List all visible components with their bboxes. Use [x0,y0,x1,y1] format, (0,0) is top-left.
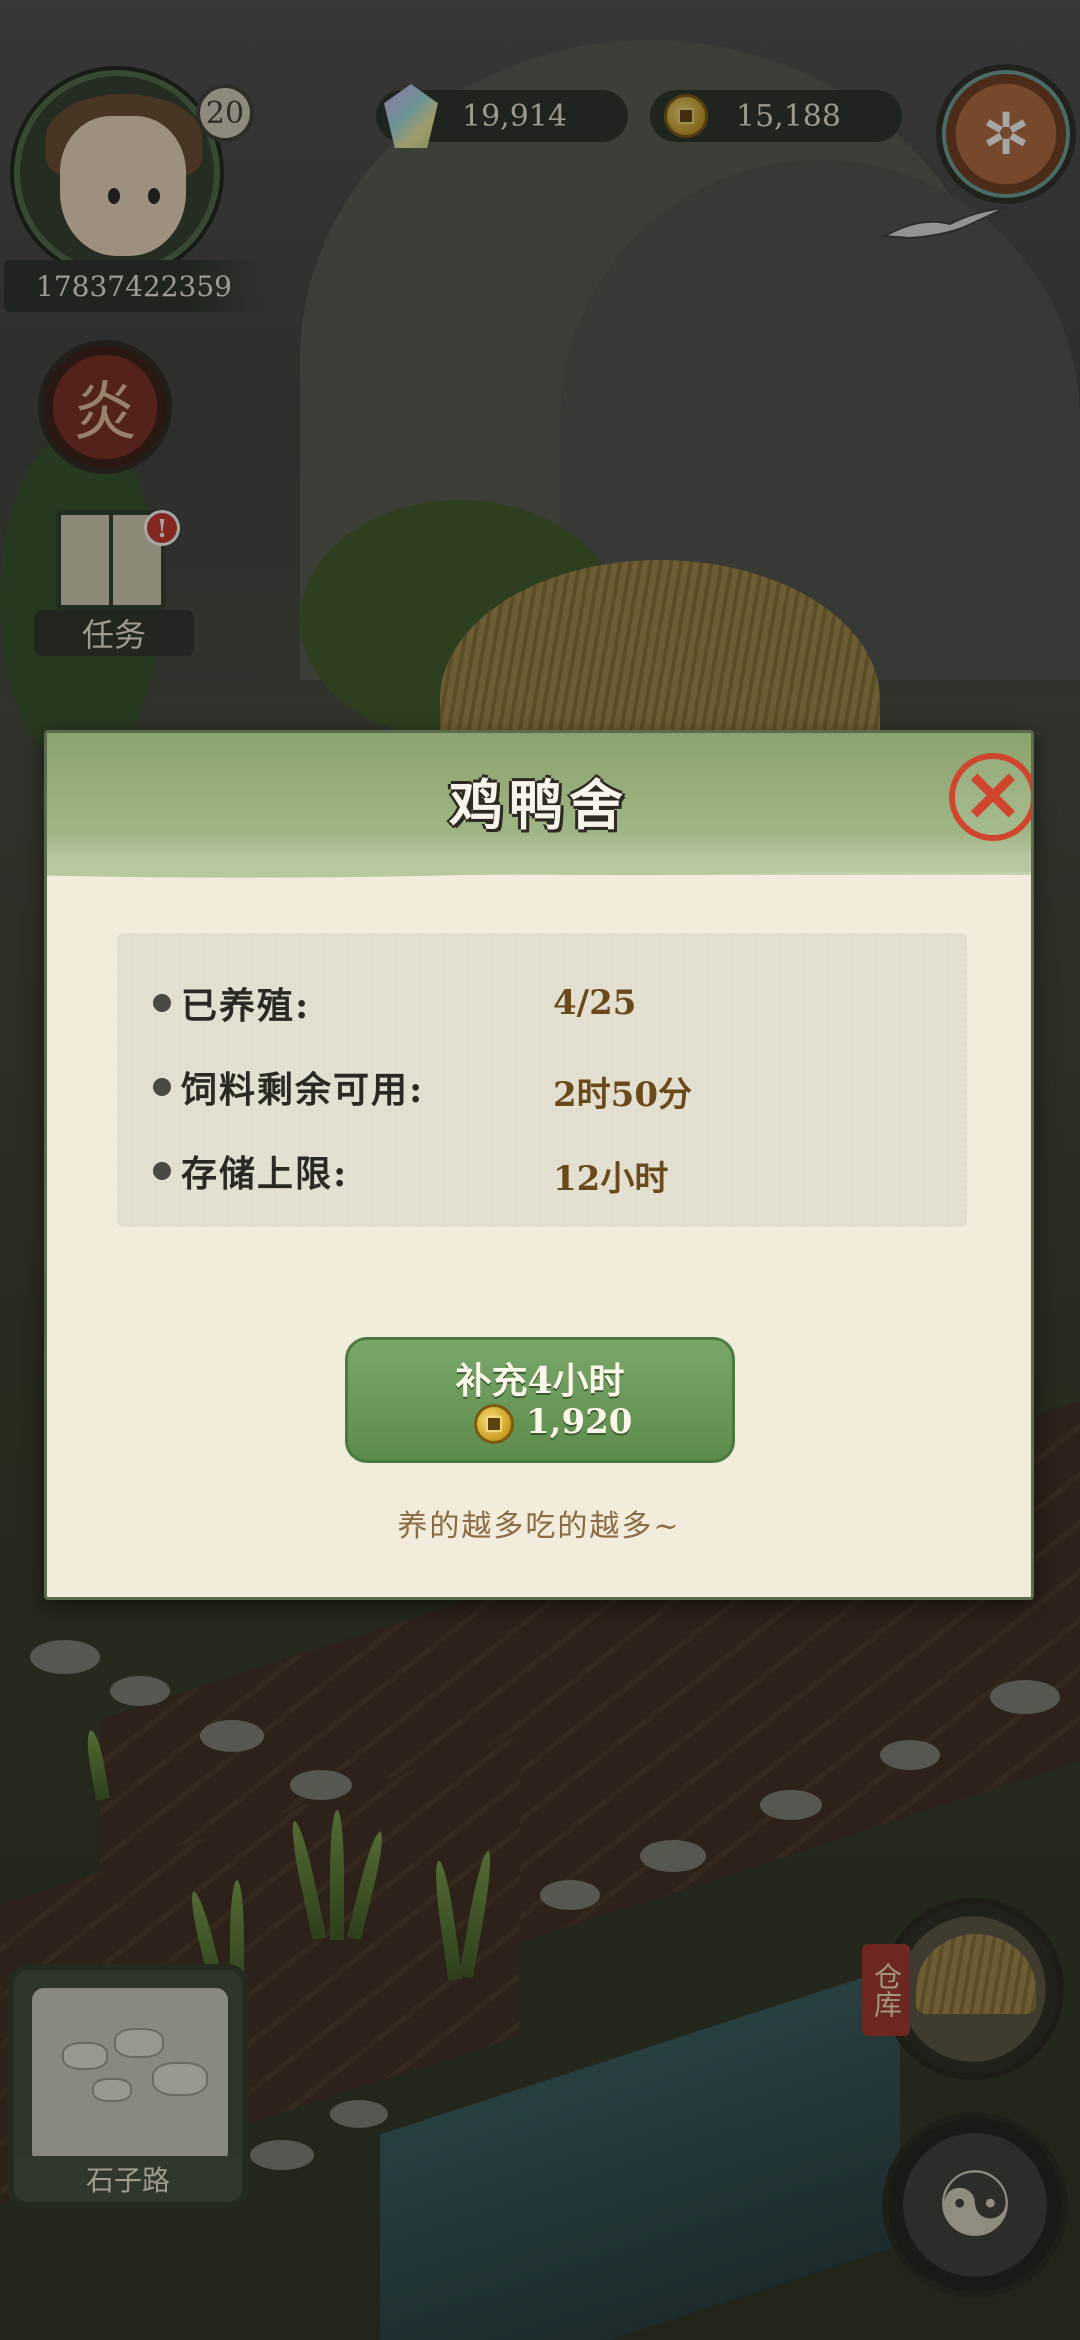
refill-feed-button[interactable]: 补充4小时 1,920 [345,1337,735,1463]
info-row-feed-remaining: 饲料剩余可用: [153,1057,424,1117]
info-label: 存储上限: [181,1153,349,1195]
refill-cost: 1,920 [526,1402,633,1442]
close-icon: ✕ [963,755,1023,838]
bullet-icon [153,994,171,1012]
game-screen: 20 17837422359 19,914 15,188 ✲ 炎 ! 任务 石子… [0,0,1080,2340]
info-label: 饲料剩余可用: [181,1069,425,1111]
coin-icon [474,1404,514,1444]
bullet-icon [153,1162,171,1180]
info-value: 4/25 [553,983,637,1023]
info-value: 12小时 [553,1159,669,1199]
dialog-title: 鸡鸭舍 [449,773,629,837]
coop-dialog: 鸡鸭舍 ✕ 已养殖: 4/25 饲料剩余可用: 2时50分 存储上限: 12小时… [44,730,1034,1600]
info-row-raised: 已养殖: [153,973,310,1033]
info-row-storage-limit: 存储上限: [153,1141,348,1201]
info-label: 已养殖: [181,985,311,1027]
bullet-icon [153,1078,171,1096]
refill-label: 补充4小时 [455,1360,625,1402]
info-value: 2时50分 [553,1075,692,1115]
dialog-hint: 养的越多吃的越多~ [397,1509,681,1544]
close-button[interactable]: ✕ [949,753,1031,841]
coop-info-panel: 已养殖: 4/25 饲料剩余可用: 2时50分 存储上限: 12小时 [117,933,967,1227]
